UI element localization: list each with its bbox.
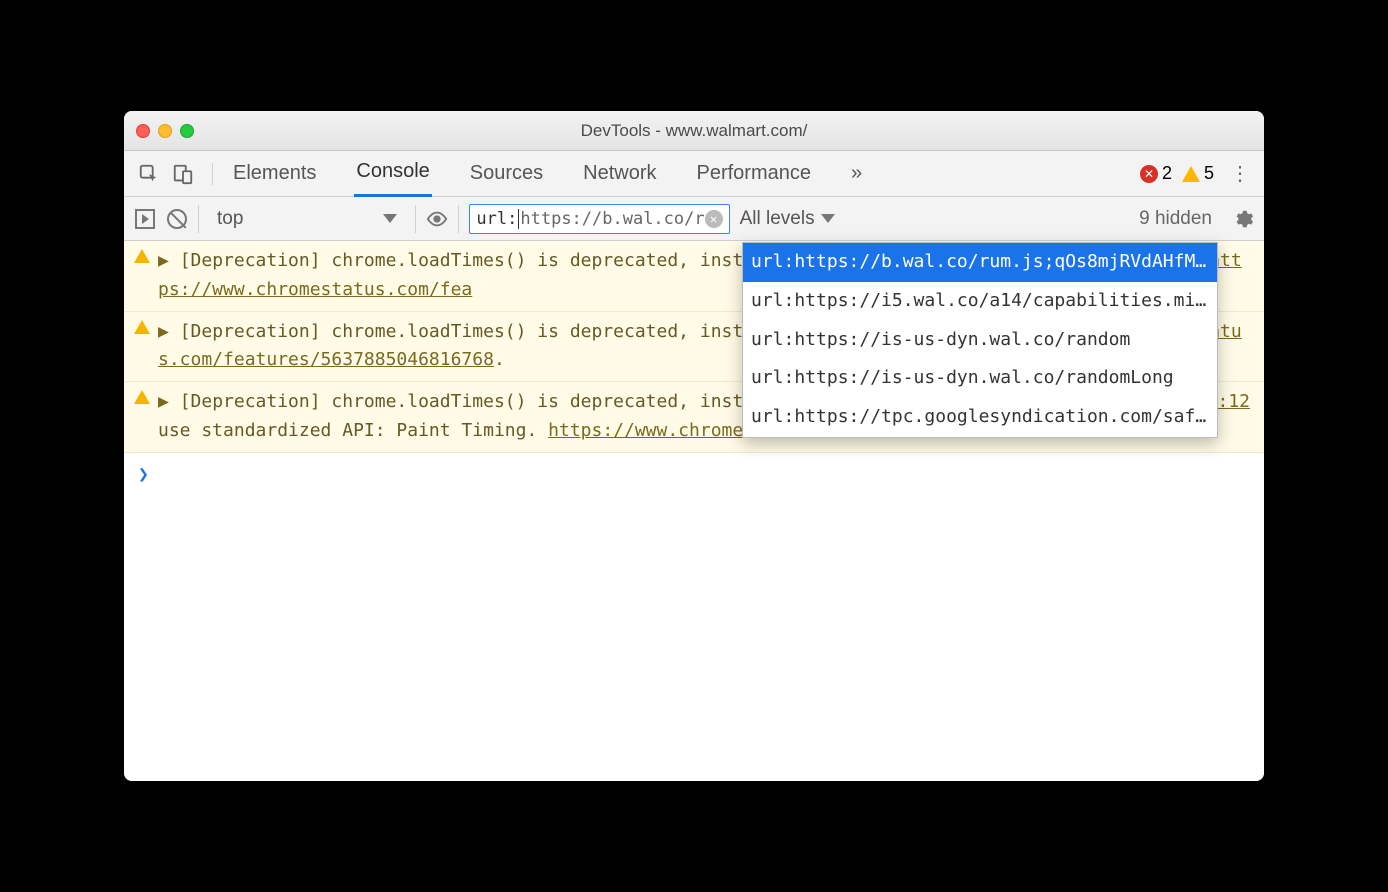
- tab-console[interactable]: Console: [354, 150, 431, 197]
- context-selector[interactable]: top: [209, 208, 405, 230]
- hidden-count[interactable]: 9 hidden: [1139, 208, 1212, 230]
- devtools-window: DevTools - www.walmart.com/ Elements Con…: [124, 111, 1264, 781]
- clear-console-icon[interactable]: [166, 208, 188, 230]
- expand-arrow[interactable]: ▶: [158, 391, 169, 412]
- expand-arrow[interactable]: ▶: [158, 250, 169, 271]
- tab-more[interactable]: »: [849, 152, 864, 196]
- chevron-down-icon: [383, 214, 397, 223]
- separator: [458, 205, 459, 233]
- warning-icon: [134, 249, 150, 263]
- warning-count: 5: [1204, 163, 1214, 184]
- autocomplete-option[interactable]: url:https://is-us-dyn.wal.co/randomLong: [743, 359, 1217, 398]
- tab-network[interactable]: Network: [581, 152, 658, 196]
- titlebar: DevTools - www.walmart.com/: [124, 111, 1264, 151]
- separator: [198, 205, 199, 233]
- levels-label: All levels: [740, 208, 815, 230]
- console-output: url:https://b.wal.co/rum.js;qOs8mjRVdAHf…: [124, 241, 1264, 781]
- autocomplete-option[interactable]: url:https://b.wal.co/rum.js;qOs8mjRVdAHf…: [743, 243, 1217, 282]
- filter-value: https://b.wal.co/r: [520, 209, 704, 229]
- window-title: DevTools - www.walmart.com/: [124, 121, 1264, 141]
- console-toolbar: top url:https://b.wal.co/r ✕ All levels …: [124, 197, 1264, 241]
- autocomplete-option[interactable]: url:https://is-us-dyn.wal.co/random: [743, 321, 1217, 360]
- clear-filter-icon[interactable]: ✕: [705, 210, 723, 228]
- context-value: top: [217, 208, 243, 230]
- gear-icon[interactable]: [1232, 208, 1254, 230]
- filter-autocomplete: url:https://b.wal.co/rum.js;qOs8mjRVdAHf…: [742, 242, 1218, 438]
- tab-sources[interactable]: Sources: [468, 152, 545, 196]
- separator: [415, 205, 416, 233]
- console-prompt[interactable]: ❯: [124, 453, 1264, 498]
- prompt-chevron: ❯: [138, 464, 149, 485]
- sidebar-toggle-icon[interactable]: [134, 208, 156, 230]
- error-badge[interactable]: ✕ 2: [1140, 163, 1172, 184]
- error-count: 2: [1162, 163, 1172, 184]
- warning-badge[interactable]: 5: [1182, 163, 1214, 184]
- filter-input[interactable]: url:https://b.wal.co/r ✕: [469, 204, 729, 234]
- warning-icon: [134, 390, 150, 404]
- tab-performance[interactable]: Performance: [695, 152, 814, 196]
- filter-prefix: url:: [476, 209, 517, 229]
- tab-elements[interactable]: Elements: [231, 152, 318, 196]
- expand-arrow[interactable]: ▶: [158, 321, 169, 342]
- chevron-down-icon: [821, 214, 835, 223]
- autocomplete-option[interactable]: url:https://i5.wal.co/a14/capabilities.m…: [743, 282, 1217, 321]
- tabs-row: Elements Console Sources Network Perform…: [124, 151, 1264, 197]
- device-toggle-icon[interactable]: [172, 163, 194, 185]
- inspect-icon[interactable]: [138, 163, 160, 185]
- live-expression-icon[interactable]: [426, 208, 448, 230]
- warning-icon: [1182, 166, 1200, 182]
- kebab-menu-icon[interactable]: ⋮: [1230, 161, 1250, 186]
- autocomplete-option[interactable]: url:https://tpc.googlesyndication.com/sa…: [743, 398, 1217, 437]
- warning-icon: [134, 320, 150, 334]
- error-icon: ✕: [1140, 165, 1158, 183]
- text-cursor: [518, 209, 519, 229]
- log-levels-selector[interactable]: All levels: [740, 208, 835, 230]
